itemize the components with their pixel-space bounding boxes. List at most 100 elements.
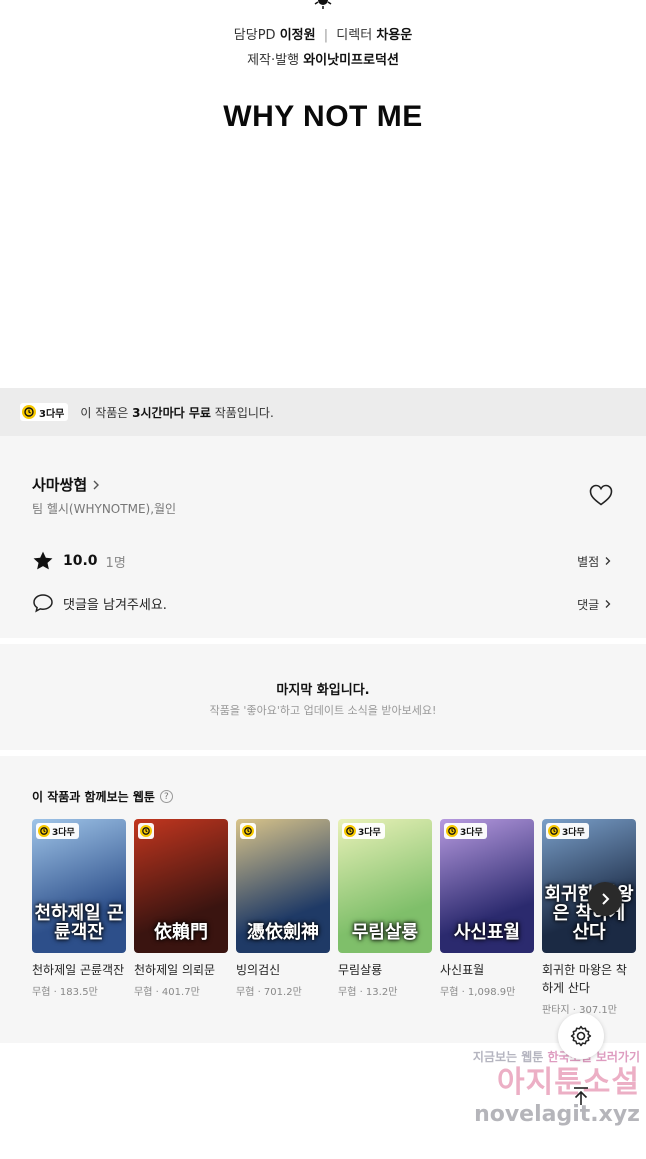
settings-button[interactable] bbox=[558, 1013, 604, 1059]
cover-art-title: 憑依劍神 bbox=[247, 922, 319, 944]
star-icon bbox=[33, 551, 53, 570]
cover-art-title: 천하제일 곤륜객잔 bbox=[34, 903, 124, 944]
chevron-right-icon bbox=[605, 557, 611, 565]
credit-line-pd-director: 담당PD 이정원 | 디렉터 차용운 bbox=[0, 24, 646, 43]
comments-link[interactable]: 댓글 bbox=[577, 596, 612, 613]
free-notice-bold: 3시간마다 무료 bbox=[132, 405, 211, 420]
free-notice-bar: 3다무 이 작품은 3시간마다 무료 작품입니다. bbox=[0, 388, 646, 436]
cover-art-title: 무림살룡 bbox=[351, 922, 419, 944]
clock-icon bbox=[446, 825, 458, 837]
free-badge: 3다무 bbox=[546, 823, 589, 839]
recommendation-meta: 무협 · 183.5만 bbox=[32, 987, 98, 998]
free-badge-label: 3다무 bbox=[358, 827, 381, 838]
free-badge: 3다무 bbox=[342, 823, 385, 839]
watermark-line3: novelagit.xyz bbox=[474, 1102, 640, 1127]
recommendation-card[interactable]: 3다무회귀한 마왕은 착하게 산다회귀한 마왕은 착하게 산다판타지 · 307… bbox=[542, 819, 636, 1016]
work-title: 사마쌍협 bbox=[32, 476, 88, 494]
work-info-panel: 사마쌍협 팀 헬시(WHYNOTME),월인 10.0 1명 별점 댓글을 남겨… bbox=[0, 436, 646, 638]
recommendation-meta: 무협 · 701.2만 bbox=[236, 987, 302, 998]
chevron-right-icon bbox=[93, 480, 100, 489]
free-badge bbox=[240, 823, 256, 839]
clock-icon bbox=[140, 825, 152, 837]
rating-count: 1명 bbox=[105, 555, 126, 571]
last-episode-subtitle: 작품을 '좋아요'하고 업데이트 소식을 받아보세요! bbox=[209, 704, 437, 717]
credit-publisher-label: 제작·발행 bbox=[247, 53, 300, 68]
clock-icon bbox=[344, 825, 356, 837]
recommendation-card[interactable]: 憑依劍神 빙의검신무협 · 701.2만 bbox=[236, 819, 330, 1016]
arrow-up-icon bbox=[574, 1087, 588, 1105]
recommendation-thumbnail[interactable]: 3다무천하제일 곤륜객잔 bbox=[32, 819, 126, 953]
publisher-logo: WHY NOT ME bbox=[223, 100, 423, 133]
recommendation-thumbnail[interactable]: 依賴門 bbox=[134, 819, 228, 953]
rating-row: 10.0 1명 bbox=[32, 550, 126, 572]
chevron-right-icon bbox=[602, 893, 610, 905]
heart-icon[interactable] bbox=[589, 484, 613, 506]
clock-icon bbox=[38, 825, 50, 837]
recommendation-carousel: 3다무 천하제일 곤륜객잔 천하제일 곤륜객잔 무협 · 183.5만 依賴門 천하제일 … bbox=[32, 819, 636, 1016]
free-badge: 3다무 bbox=[36, 823, 79, 839]
gear-icon bbox=[570, 1025, 592, 1047]
credit-director-name: 차용운 bbox=[376, 28, 413, 43]
last-episode-notice: 마지막 화입니다. 작품을 '좋아요'하고 업데이트 소식을 받아보세요! bbox=[0, 644, 646, 750]
cover-art-title: 사신표월 bbox=[453, 922, 521, 944]
recommendation-title[interactable]: 천하제일 의뢰문 bbox=[134, 961, 228, 979]
free-badge-label: 3다무 bbox=[460, 827, 483, 838]
recommendation-title[interactable]: 천하제일 곤륜객잔 bbox=[32, 961, 126, 979]
decorative-mark-icon bbox=[314, 0, 332, 9]
recommendations-heading: 이 작품과 함께보는 웹툰 ? bbox=[32, 788, 173, 805]
rate-link-label: 별점 bbox=[577, 555, 600, 569]
recommendation-thumbnail[interactable]: 3다무회귀한 마왕은 착하게 산다 bbox=[542, 819, 636, 953]
recommendation-meta: 무협 · 13.2만 bbox=[338, 987, 398, 998]
watermark: 지금보는 웹툰 한국소설 보러가기 아지툰소설 novelagit.xyz bbox=[440, 1048, 640, 1129]
recommendations-section: 이 작품과 함께보는 웹툰 ? 3다무 천하제일 곤륜객잔 천하제일 곤륜객잔 무협 … bbox=[0, 756, 646, 1043]
comment-prompt-text: 댓글을 남겨주세요. bbox=[63, 597, 167, 613]
free-badge-label: 3다무 bbox=[39, 408, 65, 420]
free-badge-label: 3다무 bbox=[562, 827, 585, 838]
free-badge bbox=[138, 823, 154, 839]
credit-pd-label: 담당PD bbox=[233, 28, 276, 43]
recommendation-meta: 무협 · 401.7만 bbox=[134, 987, 200, 998]
clock-icon bbox=[22, 405, 36, 419]
credits-section: 담당PD 이정원 | 디렉터 차용운 제작·발행 와이낫미프로덕션 WHY NO… bbox=[0, 0, 646, 388]
recommendations-heading-text: 이 작품과 함께보는 웹툰 bbox=[32, 790, 155, 804]
recommendation-meta: 무협 · 1,098.9만 bbox=[440, 987, 516, 998]
credit-publisher-name: 와이낫미프로덕션 bbox=[303, 53, 399, 68]
recommendation-title[interactable]: 무림살룡 bbox=[338, 961, 432, 979]
carousel-next-button[interactable] bbox=[588, 882, 622, 916]
comments-link-label: 댓글 bbox=[577, 598, 600, 612]
free-notice-text: 이 작품은 3시간마다 무료 작품입니다. bbox=[80, 404, 273, 421]
free-notice-post: 작품입니다. bbox=[210, 405, 274, 420]
recommendation-card[interactable]: 3다무 사신표월 사신표월 무협 · 1,098.9만 bbox=[440, 819, 534, 1016]
clock-icon bbox=[548, 825, 560, 837]
recommendation-title[interactable]: 빙의검신 bbox=[236, 961, 330, 979]
work-authors: 팀 헬시(WHYNOTME),월인 bbox=[32, 502, 177, 516]
free-badge: 3다무 bbox=[444, 823, 487, 839]
recommendation-title[interactable]: 회귀한 마왕은 착하게 산다 bbox=[542, 961, 636, 997]
cover-art-title: 依賴門 bbox=[154, 922, 208, 944]
last-episode-title: 마지막 화입니다. bbox=[276, 683, 370, 698]
watermark-line1-a: 지금보는 웹툰 bbox=[472, 1050, 544, 1064]
comment-prompt-row[interactable]: 댓글을 남겨주세요. bbox=[32, 593, 167, 613]
free-badge: 3다무 bbox=[20, 403, 69, 421]
credit-separator: | bbox=[323, 28, 329, 43]
recommendation-card[interactable]: 依賴門 천하제일 의뢰문무협 · 401.7만 bbox=[134, 819, 228, 1016]
recommendation-card[interactable]: 3다무 천하제일 곤륜객잔 천하제일 곤륜객잔 무협 · 183.5만 bbox=[32, 819, 126, 1016]
free-notice-pre: 이 작품은 bbox=[80, 405, 133, 420]
chevron-right-icon bbox=[605, 600, 611, 608]
credit-pd-name: 이정원 bbox=[279, 28, 316, 43]
clock-icon bbox=[242, 825, 254, 837]
watermark-line2: 아지툰소설 bbox=[497, 1065, 640, 1100]
rate-link[interactable]: 별점 bbox=[577, 553, 612, 570]
recommendation-card[interactable]: 3다무 무림살룡 무림살룡 무협 · 13.2만 bbox=[338, 819, 432, 1016]
scroll-top-button[interactable] bbox=[558, 1073, 604, 1119]
recommendation-title[interactable]: 사신표월 bbox=[440, 961, 534, 979]
credit-line-publisher: 제작·발행 와이낫미프로덕션 bbox=[0, 49, 646, 68]
help-icon[interactable]: ? bbox=[159, 790, 173, 803]
recommendation-thumbnail[interactable]: 憑依劍神 bbox=[236, 819, 330, 953]
watermark-line1: 지금보는 웹툰 한국소설 보러가기 bbox=[440, 1048, 640, 1065]
recommendation-thumbnail[interactable]: 3다무사신표월 bbox=[440, 819, 534, 953]
work-title-link[interactable]: 사마쌍협 bbox=[32, 474, 101, 495]
recommendation-thumbnail[interactable]: 3다무무림살룡 bbox=[338, 819, 432, 953]
credit-director-label: 디렉터 bbox=[336, 28, 373, 43]
comment-icon bbox=[33, 594, 53, 613]
